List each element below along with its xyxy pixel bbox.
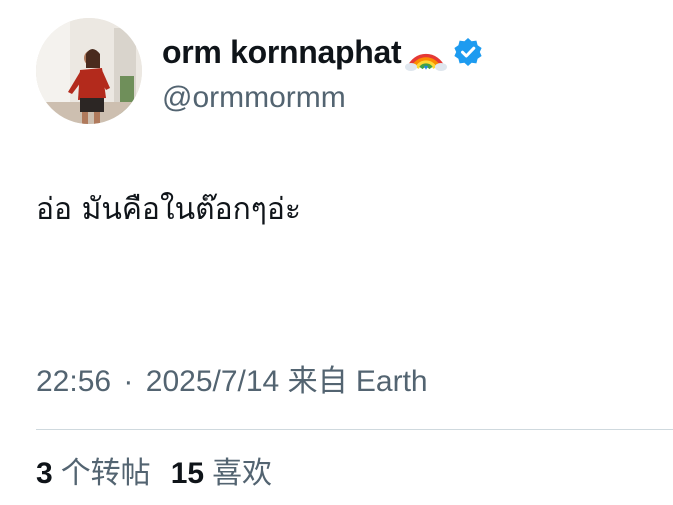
tweet-date[interactable]: 2025/7/14 xyxy=(146,365,279,398)
rainbow-emoji-icon xyxy=(405,32,448,72)
avatar[interactable] xyxy=(36,18,142,124)
user-handle[interactable]: @ormmormm xyxy=(162,78,483,118)
tweet-text: อ่อ มันคือในต๊อกๆอ่ะ xyxy=(36,192,302,227)
tweet-time[interactable]: 22:56 xyxy=(36,365,111,398)
reposts-count: 3 xyxy=(36,457,53,490)
author-names: orm kornnaphat @ormmormm xyxy=(162,32,483,118)
tweet-header: orm kornnaphat @ormmormm xyxy=(36,18,483,124)
display-name[interactable]: orm kornnaphat xyxy=(162,32,402,72)
display-name-row[interactable]: orm kornnaphat xyxy=(162,32,483,72)
likes-label: 喜欢 xyxy=(212,457,273,490)
reposts-label: 个转帖 xyxy=(60,457,151,490)
divider xyxy=(36,429,673,430)
verified-badge-icon[interactable] xyxy=(453,37,483,67)
likes-count: 15 xyxy=(170,457,205,490)
reposts-stat[interactable]: 3 个转帖 xyxy=(36,454,151,494)
tweet-stats: 3 个转帖 15 喜欢 xyxy=(36,454,272,494)
tweet-detail: orm kornnaphat @ormmormm อ่อ มันคือในต๊อ… xyxy=(0,0,673,505)
tweet-source: 来自 Earth xyxy=(287,365,428,398)
tweet-meta: 22:56 · 2025/7/14 来自 Earth xyxy=(36,362,428,402)
meta-separator: · xyxy=(123,365,134,398)
likes-stat[interactable]: 15 喜欢 xyxy=(171,454,272,494)
